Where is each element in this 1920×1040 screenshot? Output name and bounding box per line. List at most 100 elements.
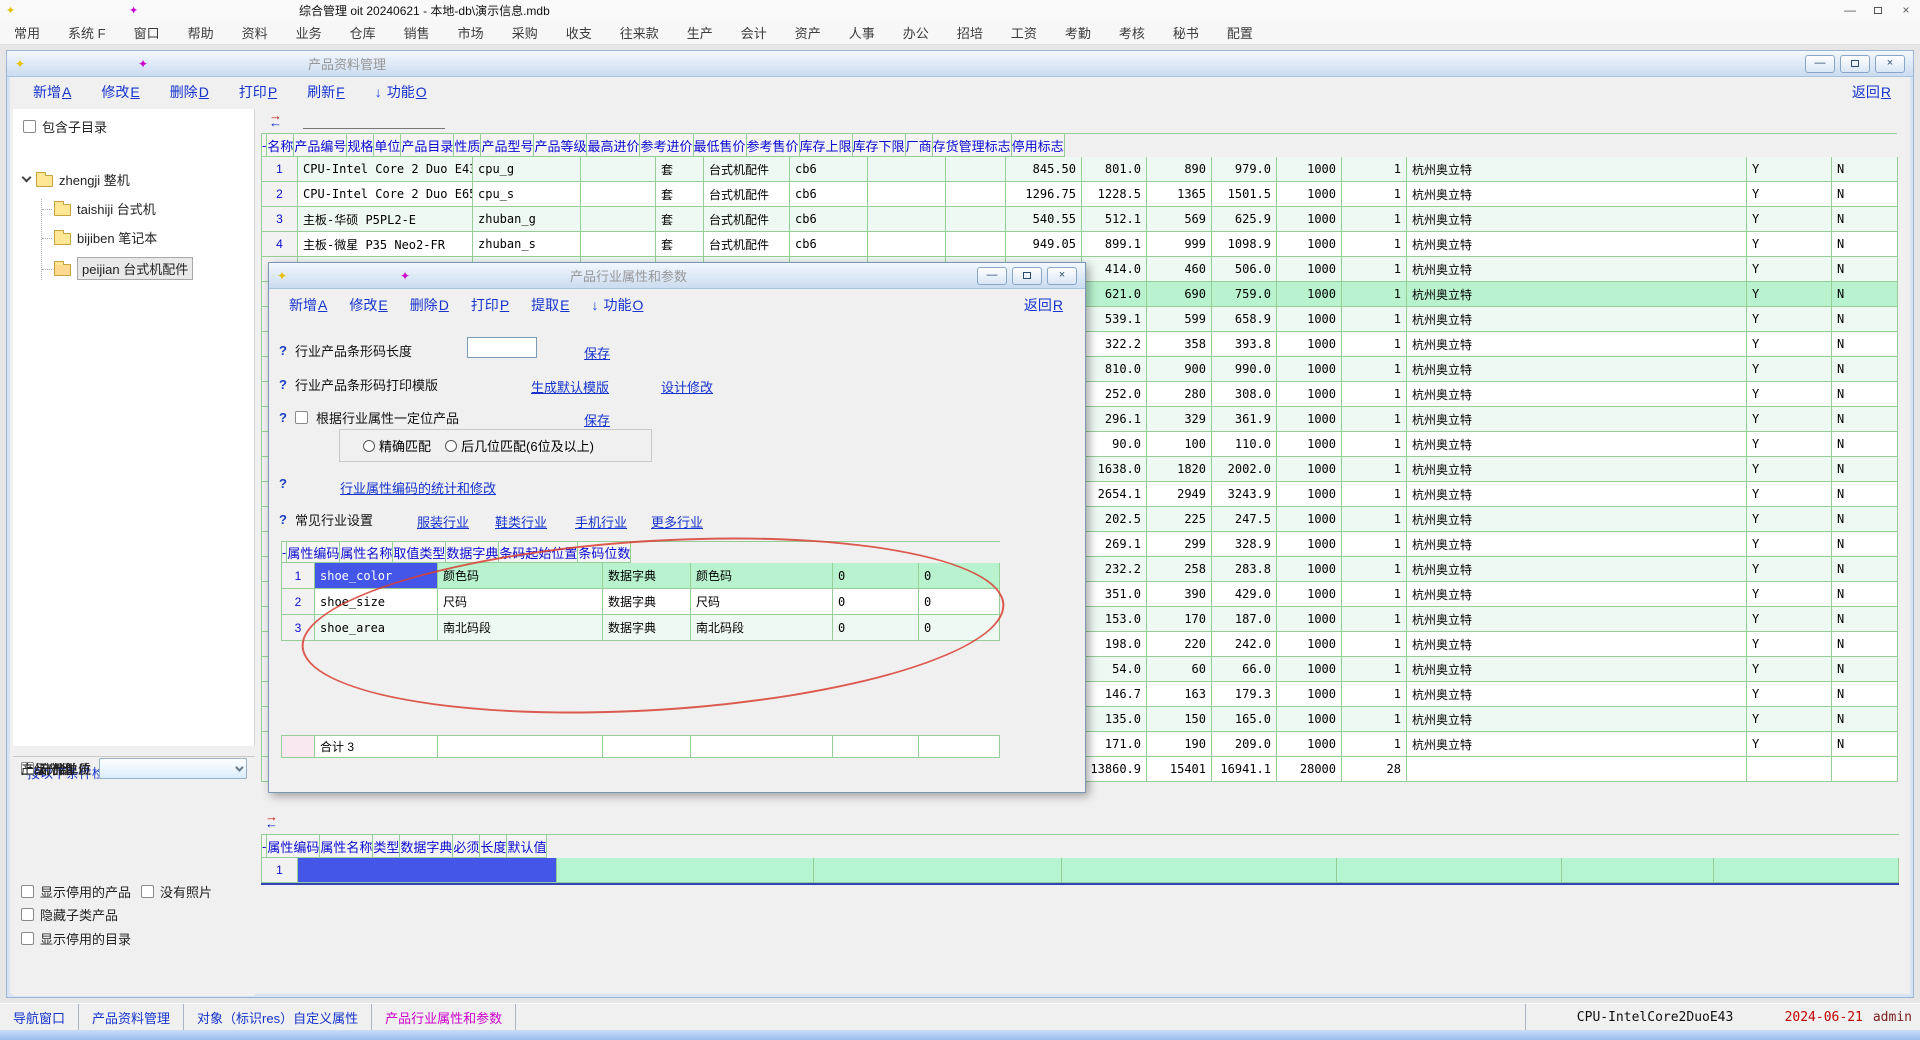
column-header[interactable]: 参考进价	[640, 134, 693, 157]
cell-min-sell-price[interactable]: 190	[1147, 732, 1212, 757]
cell-stock-lower[interactable]: 1	[1342, 632, 1407, 657]
swap-panel-icon[interactable]	[265, 814, 283, 828]
cell-model[interactable]	[868, 207, 946, 232]
statusbar-window-button[interactable]: 对象（标识res）自定义属性	[184, 1004, 372, 1030]
cell-stock-upper[interactable]: 1000	[1277, 632, 1342, 657]
suffix-match-option[interactable]: 后几位匹配(6位及以上)	[445, 436, 594, 455]
cell-stock-upper[interactable]: 1000	[1277, 582, 1342, 607]
save-locate-link[interactable]: 保存	[584, 410, 610, 429]
cell-min-sell-price[interactable]: 299	[1147, 532, 1212, 557]
help-icon[interactable]: ?	[279, 476, 287, 491]
cell-stop-flag[interactable]: N	[1832, 557, 1898, 582]
cell-inventory-flag[interactable]: Y	[1747, 257, 1832, 282]
cell-min-sell-price[interactable]: 900	[1147, 357, 1212, 382]
cell-name[interactable]: 主板-华硕 P5PL2-E	[298, 207, 473, 232]
cell-spec[interactable]	[581, 157, 656, 182]
menu-item[interactable]: 仓库	[336, 20, 390, 44]
menu-item[interactable]: 市场	[444, 20, 498, 44]
cell-rowno[interactable]: 1	[262, 858, 298, 883]
cell-stock-upper[interactable]: 1000	[1277, 532, 1342, 557]
cell-name[interactable]: CPU-Intel Core 2 Duo E65	[298, 182, 473, 207]
mobile-industry-link[interactable]: 手机行业	[575, 512, 627, 531]
cell-vendor[interactable]: 杭州奥立特	[1407, 282, 1747, 307]
cell-max-in-price[interactable]: 540.55	[1006, 207, 1082, 232]
menu-item[interactable]: 资料	[228, 20, 282, 44]
tree-node[interactable]: taishiji 台式机	[42, 199, 254, 218]
cell-stock-lower[interactable]: 1	[1342, 432, 1407, 457]
cell-stock-upper[interactable]: 1000	[1277, 207, 1342, 232]
cell-type[interactable]	[814, 858, 1062, 883]
cell-inventory-flag[interactable]: Y	[1747, 307, 1832, 332]
cell-stock-upper[interactable]: 1000	[1277, 707, 1342, 732]
tree-node-label[interactable]: bijiben 笔记本	[77, 228, 157, 247]
cell-ref-in-price[interactable]: 801.0	[1082, 157, 1147, 182]
column-header[interactable]: 单位	[374, 134, 401, 157]
column-header[interactable]: 名称	[267, 134, 294, 157]
cell-stock-lower[interactable]: 1	[1342, 257, 1407, 282]
cell-grade[interactable]	[946, 157, 1006, 182]
column-header[interactable]: 属性编码	[267, 835, 320, 858]
cell-stock-lower[interactable]: 1	[1342, 707, 1407, 732]
cell-unit[interactable]: 套	[656, 182, 704, 207]
cell-stop-flag[interactable]: N	[1832, 232, 1898, 257]
window-close-button[interactable]: ×	[1875, 55, 1905, 73]
filter-dropdown[interactable]	[99, 758, 247, 779]
cell-rowno[interactable]: 4	[262, 232, 298, 257]
cell-vendor[interactable]: 杭州奥立特	[1407, 657, 1747, 682]
cell-inventory-flag[interactable]: Y	[1747, 732, 1832, 757]
menu-item[interactable]: 常用	[0, 20, 54, 44]
cell-inventory-flag[interactable]: Y	[1747, 182, 1832, 207]
cell-ref-in-price[interactable]: 90.0	[1082, 432, 1147, 457]
cell-stock-upper[interactable]: 1000	[1277, 407, 1342, 432]
locate-by-attribute-checkbox[interactable]	[295, 411, 308, 424]
cell-attr-name[interactable]	[557, 858, 814, 883]
include-subdir-checkbox[interactable]	[23, 120, 36, 133]
cell-vendor[interactable]: 杭州奥立特	[1407, 207, 1747, 232]
cell-stock-upper[interactable]: 1000	[1277, 332, 1342, 357]
cell-min-sell-price[interactable]: 358	[1147, 332, 1212, 357]
tree-node-zhengji[interactable]: zhengji 整机	[23, 170, 254, 189]
cell-stock-lower[interactable]: 1	[1342, 332, 1407, 357]
cell-vendor[interactable]: 杭州奥立特	[1407, 382, 1747, 407]
cell-stock-upper[interactable]: 1000	[1277, 482, 1342, 507]
cell-stock-upper[interactable]: 1000	[1277, 557, 1342, 582]
more-industry-link[interactable]: 更多行业	[651, 512, 703, 531]
cell-stock-upper[interactable]: 1000	[1277, 182, 1342, 207]
cell-attr-code-selected[interactable]	[298, 858, 557, 883]
menu-item[interactable]: 考核	[1105, 20, 1159, 44]
shoe-industry-link[interactable]: 鞋类行业	[495, 512, 547, 531]
column-header[interactable]: 产品编号	[294, 134, 347, 157]
cell-stock-upper[interactable]: 1000	[1277, 157, 1342, 182]
toolbar-button[interactable]: 删除D	[410, 295, 449, 315]
cell-stock-lower[interactable]: 1	[1342, 207, 1407, 232]
toolbar-button[interactable]: 刷新F	[307, 82, 345, 102]
menu-item[interactable]: 销售	[390, 20, 444, 44]
cell-ref-sell-price[interactable]: 209.0	[1212, 732, 1277, 757]
tree-node[interactable]: peijian 台式机配件	[42, 257, 254, 280]
cell-stock-lower[interactable]: 1	[1342, 232, 1407, 257]
dialog-restore-button[interactable]	[1012, 267, 1042, 285]
cell-inventory-flag[interactable]: Y	[1747, 557, 1832, 582]
cell-stop-flag[interactable]: N	[1832, 207, 1898, 232]
cell-ref-in-price[interactable]: 232.2	[1082, 557, 1147, 582]
grid-filter-input[interactable]	[303, 128, 445, 129]
cell-stop-flag[interactable]: N	[1832, 282, 1898, 307]
cell-ref-sell-price[interactable]: 625.9	[1212, 207, 1277, 232]
menu-item[interactable]: 秘书	[1159, 20, 1213, 44]
back-button[interactable]: 返回R	[1852, 82, 1891, 102]
cell-stock-lower[interactable]: 1	[1342, 357, 1407, 382]
window-restore-button[interactable]	[1840, 55, 1870, 73]
cell-ref-sell-price[interactable]: 187.0	[1212, 607, 1277, 632]
cell-nature[interactable]: cb6	[790, 182, 868, 207]
column-header[interactable]: 数据字典	[400, 835, 453, 858]
column-header[interactable]: 产品等级	[534, 134, 587, 157]
statusbar-window-button[interactable]: 产品资料管理	[79, 1004, 184, 1030]
cell-vendor[interactable]: 杭州奥立特	[1407, 532, 1747, 557]
cell-inventory-flag[interactable]: Y	[1747, 457, 1832, 482]
cell-ref-in-price[interactable]: 269.1	[1082, 532, 1147, 557]
cell-min-sell-price[interactable]: 460	[1147, 257, 1212, 282]
cell-vendor[interactable]: 杭州奥立特	[1407, 707, 1747, 732]
toolbar-button[interactable]: 修改E	[349, 295, 387, 315]
cell-max-in-price[interactable]: 845.50	[1006, 157, 1082, 182]
cell-grade[interactable]	[946, 232, 1006, 257]
